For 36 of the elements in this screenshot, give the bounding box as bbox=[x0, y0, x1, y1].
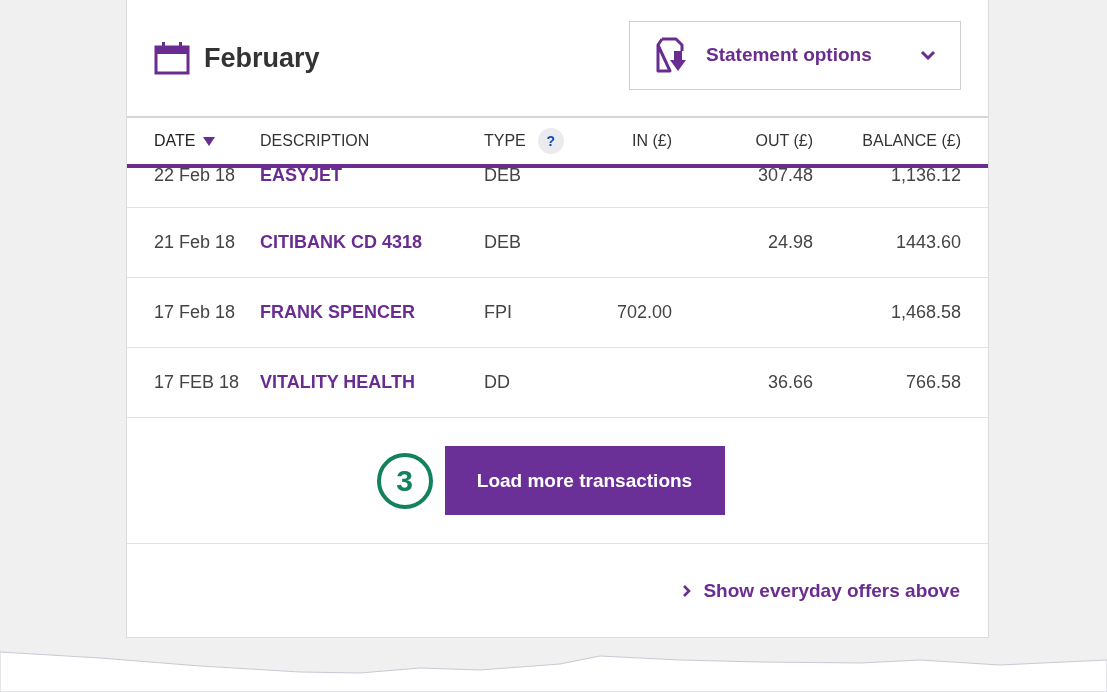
balance-cell: 1,468.58 bbox=[890, 302, 961, 322]
statement-options-dropdown[interactable]: Statement options bbox=[629, 20, 961, 90]
out-amount-cell: 307.48 bbox=[757, 165, 813, 185]
step-number-badge: 3 bbox=[376, 452, 433, 509]
column-header[interactable]: DATE bbox=[154, 132, 196, 150]
column-header[interactable]: IN (£) bbox=[632, 132, 672, 150]
date-cell: 21 Feb 18 bbox=[154, 232, 236, 252]
description-link[interactable]: EASYJET bbox=[260, 165, 343, 185]
column-header[interactable]: DESCRIPTION bbox=[260, 132, 370, 150]
column-header[interactable]: BALANCE (£) bbox=[862, 132, 961, 150]
description-link[interactable]: VITALITY HEALTH bbox=[260, 372, 415, 392]
in-amount-cell: 702.00 bbox=[616, 302, 672, 322]
month-title: February bbox=[204, 42, 320, 74]
type-cell: DEB bbox=[484, 165, 521, 185]
column-header[interactable]: TYPE bbox=[484, 132, 526, 150]
column-header[interactable]: OUT (£) bbox=[755, 132, 813, 150]
out-amount-cell: 36.66 bbox=[767, 372, 813, 392]
load-more-button[interactable]: Load more transactions bbox=[444, 446, 725, 515]
description-link[interactable]: FRANK SPENCER bbox=[260, 302, 415, 322]
type-cell: FPI bbox=[484, 302, 512, 322]
sort-descending-icon[interactable] bbox=[203, 136, 216, 146]
chevron-down-icon bbox=[920, 50, 936, 60]
calendar-icon bbox=[154, 41, 190, 75]
date-cell: 17 FEB 18 bbox=[154, 372, 240, 392]
description-link[interactable]: CITIBANK CD 4318 bbox=[260, 232, 423, 252]
date-cell: 17 Feb 18 bbox=[154, 302, 236, 322]
type-cell: DEB bbox=[484, 232, 521, 252]
help-badge[interactable]: ? bbox=[537, 128, 564, 154]
show-offers-link[interactable]: Show everyday offers above bbox=[682, 579, 960, 602]
balance-cell: 1443.60 bbox=[895, 232, 961, 252]
chevron-right-icon bbox=[682, 583, 692, 598]
balance-cell: 766.58 bbox=[905, 372, 961, 392]
balance-cell: 1,136.12 bbox=[890, 165, 961, 185]
type-cell: DD bbox=[484, 372, 510, 392]
date-cell: 22 Feb 18 bbox=[154, 165, 236, 185]
out-amount-cell: 24.98 bbox=[767, 232, 813, 252]
